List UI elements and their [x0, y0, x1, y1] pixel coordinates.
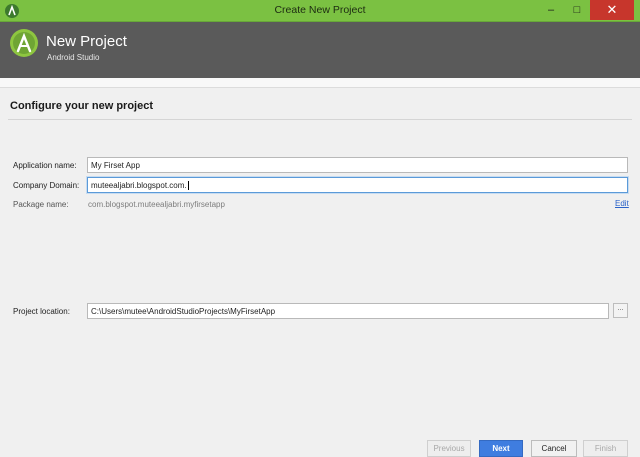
finish-button[interactable]: Finish: [583, 440, 628, 457]
project-location-input[interactable]: C:\Users\mutee\AndroidStudioProjects\MyF…: [87, 303, 609, 319]
project-location-value: C:\Users\mutee\AndroidStudioProjects\MyF…: [91, 307, 276, 316]
maximize-icon[interactable]: □: [564, 0, 590, 20]
previous-button[interactable]: Previous: [427, 440, 471, 457]
section-title: Configure your new project: [10, 100, 154, 112]
package-name-value: com.blogspot.muteealjabri.myfirsetapp: [88, 200, 225, 209]
cancel-button[interactable]: Cancel: [531, 440, 577, 457]
text-caret: [187, 181, 189, 190]
minimize-icon[interactable]: –: [538, 0, 564, 20]
wizard-header: New Project Android Studio: [0, 22, 640, 78]
close-icon[interactable]: ✕: [590, 0, 634, 20]
package-name-label: Package name:: [13, 200, 69, 209]
company-domain-input[interactable]: muteealjabri.blogspot.com.: [87, 177, 628, 193]
header-subtitle: Android Studio: [47, 53, 100, 62]
next-button[interactable]: Next: [479, 440, 523, 457]
app-name-input[interactable]: My Firset App: [87, 157, 628, 173]
app-name-value: My Firset App: [91, 161, 140, 170]
title-bar: Create New Project – □ ✕: [0, 0, 640, 22]
app-name-label: Application name:: [13, 161, 77, 170]
android-studio-logo: [10, 29, 38, 57]
project-location-label: Project location:: [13, 307, 70, 316]
company-domain-value: muteealjabri.blogspot.com.: [91, 181, 187, 190]
header-title: New Project: [46, 33, 127, 50]
section-divider: [8, 119, 632, 120]
header-strip: [0, 78, 640, 88]
edit-package-link[interactable]: Edit: [615, 199, 629, 208]
browse-location-button[interactable]: ...: [613, 303, 628, 318]
window-controls: – □ ✕: [538, 0, 634, 20]
company-domain-label: Company Domain:: [13, 181, 80, 190]
